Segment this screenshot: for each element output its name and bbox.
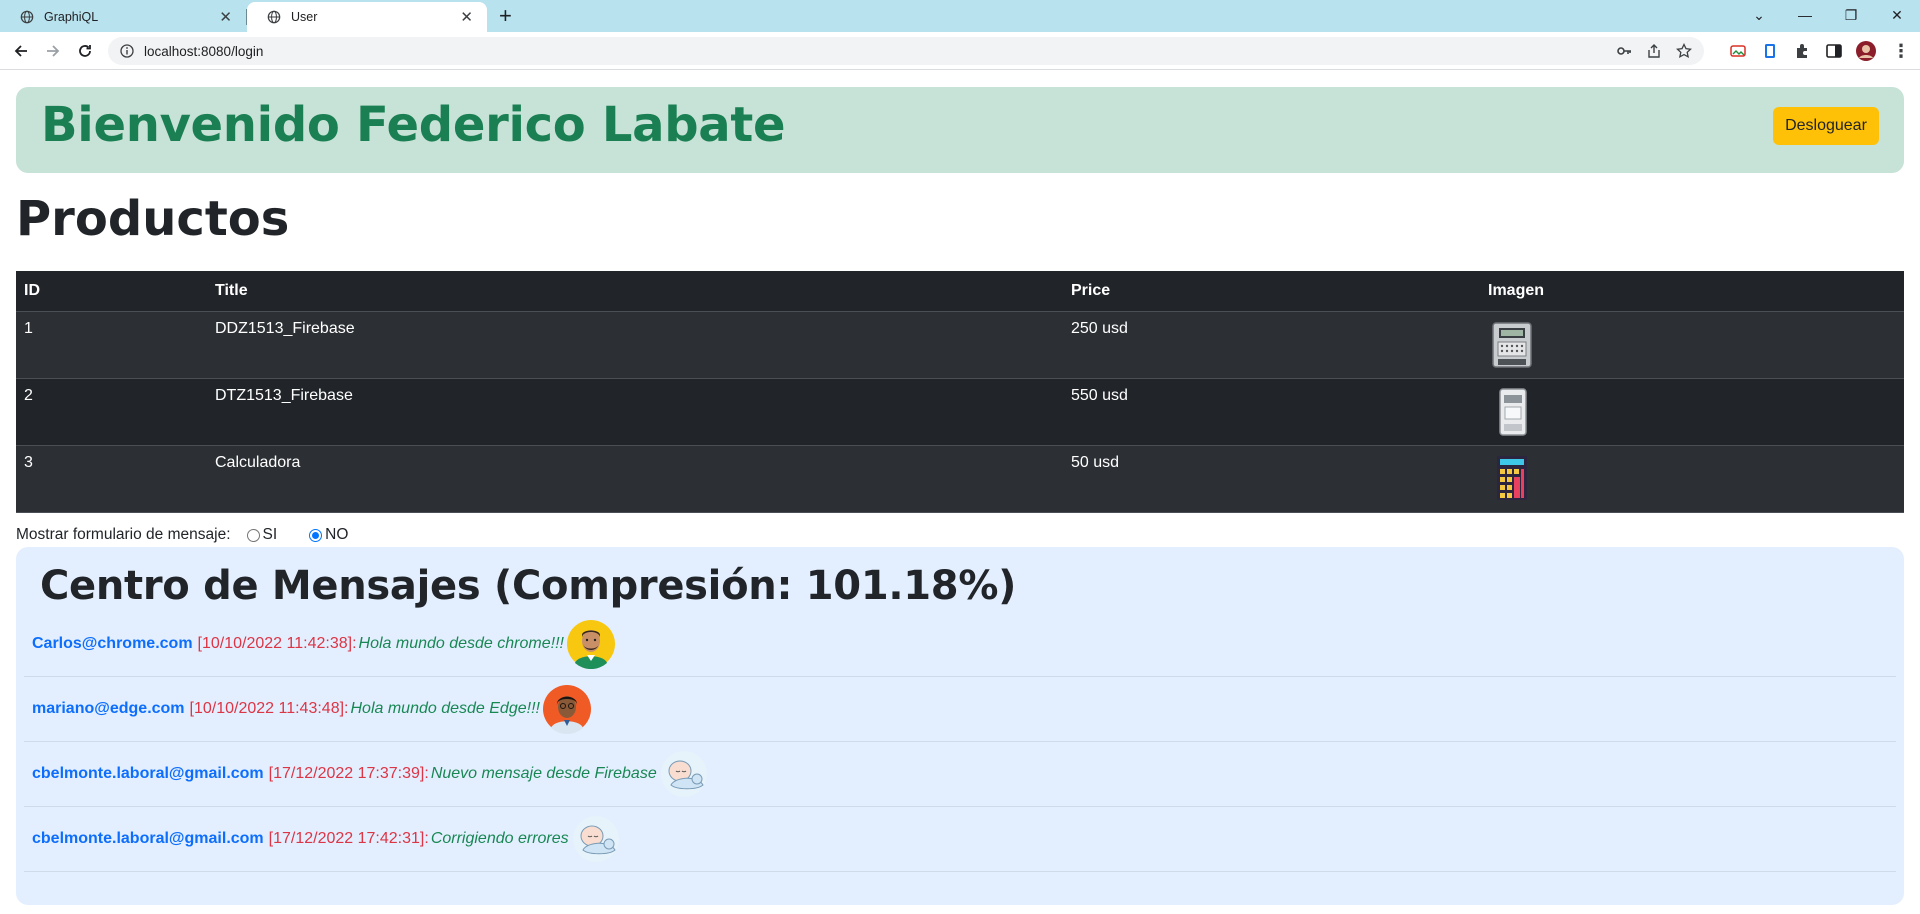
- extensions-puzzle-icon[interactable]: [1793, 42, 1811, 60]
- close-tab-icon[interactable]: ✕: [460, 10, 473, 25]
- baby-avatar: [660, 751, 707, 797]
- restore-icon[interactable]: ❐: [1828, 0, 1874, 30]
- message-email: cbelmonte.laboral@gmail.com: [32, 830, 264, 847]
- column-header-title: Title: [207, 271, 1063, 312]
- products-table: ID Title Price Imagen 1 DDZ1513_Firebase…: [16, 271, 1904, 513]
- logout-button[interactable]: Desloguear: [1773, 107, 1879, 145]
- menu-kebab-icon[interactable]: ⋮: [1889, 39, 1913, 63]
- column-header-id: ID: [16, 271, 207, 312]
- message-text: Corrigiendo errores: [430, 830, 569, 847]
- cell-price: 50 usd: [1063, 445, 1480, 513]
- products-heading: Productos: [16, 191, 290, 247]
- message-form-toggle: Mostrar formulario de mensaje: SI NO: [16, 526, 348, 544]
- welcome-heading: Bienvenido Federico Labate: [41, 97, 786, 153]
- table-row: 3 Calculadora 50 usd: [16, 445, 1904, 513]
- table-header-row: ID Title Price Imagen: [16, 271, 1904, 312]
- meter-icon: [1492, 321, 1532, 368]
- message-item: cbelmonte.laboral@gmail.com [17/12/2022 …: [24, 807, 1896, 872]
- new-tab-button[interactable]: +: [499, 4, 512, 28]
- cell-title: DDZ1513_Firebase: [207, 311, 1063, 379]
- cell-image: [1480, 311, 1904, 379]
- cell-title: Calculadora: [207, 445, 1063, 513]
- radio-si-label: SI: [262, 526, 278, 543]
- table-row: 2 DTZ1513_Firebase 550 usd: [16, 378, 1904, 446]
- radio-si[interactable]: [246, 528, 260, 542]
- cell-title: DTZ1513_Firebase: [207, 378, 1063, 446]
- url-input[interactable]: localhost:8080/login: [108, 37, 1704, 65]
- meter-small-icon: [1499, 387, 1527, 436]
- cell-id: 1: [16, 311, 207, 379]
- man-yellow-avatar: [566, 620, 615, 669]
- message-text: Nuevo mensaje desde Firebase: [430, 765, 657, 782]
- tab-bar: GraphiQL ✕ User ✕ + ⌄ — ❐ ✕: [0, 0, 1920, 32]
- key-icon[interactable]: [1616, 43, 1632, 59]
- info-icon: [120, 44, 134, 58]
- extension-doc-icon[interactable]: [1761, 42, 1779, 60]
- close-tab-icon[interactable]: ✕: [219, 10, 232, 25]
- cell-image: [1480, 445, 1904, 513]
- calculator-icon: [1497, 455, 1527, 500]
- back-icon[interactable]: [9, 39, 33, 63]
- cell-price: 550 usd: [1063, 378, 1480, 446]
- message-email: mariano@edge.com: [32, 700, 185, 717]
- bookmark-star-icon[interactable]: [1676, 43, 1692, 59]
- message-item: cbelmonte.laboral@gmail.com [17/12/2022 …: [24, 742, 1896, 807]
- message-date: [17/12/2022 17:42:31]: [268, 830, 425, 847]
- message-text: Hola mundo desde Edge!!!: [350, 700, 540, 717]
- column-header-price: Price: [1063, 271, 1480, 312]
- cell-id: 3: [16, 445, 207, 513]
- share-icon[interactable]: [1646, 43, 1662, 59]
- tab-title: User: [291, 10, 318, 24]
- message-email: cbelmonte.laboral@gmail.com: [32, 765, 264, 782]
- man-orange-avatar: [542, 685, 591, 734]
- message-email: Carlos@chrome.com: [32, 635, 193, 652]
- message-text: Hola mundo desde chrome!!!: [358, 635, 564, 652]
- tab-search-icon[interactable]: ⌄: [1736, 0, 1782, 30]
- welcome-banner: Bienvenido Federico Labate Desloguear: [16, 87, 1904, 173]
- message-item: Carlos@chrome.com [10/10/2022 11:42:38]:…: [24, 612, 1896, 677]
- close-window-icon[interactable]: ✕: [1874, 0, 1920, 30]
- forward-icon[interactable]: [41, 39, 65, 63]
- cell-price: 250 usd: [1063, 311, 1480, 379]
- cell-id: 2: [16, 378, 207, 446]
- url-text: localhost:8080/login: [144, 43, 264, 59]
- page-content: Bienvenido Federico Labate Desloguear Pr…: [0, 71, 1920, 914]
- radio-no[interactable]: [309, 528, 323, 542]
- message-center-heading: Centro de Mensajes (Compresión: 101.18%): [40, 563, 1017, 609]
- side-panel-icon[interactable]: [1825, 42, 1843, 60]
- profile-avatar[interactable]: [1855, 40, 1877, 62]
- tab-title: GraphiQL: [44, 10, 99, 24]
- message-date: [10/10/2022 11:42:38]: [197, 635, 353, 652]
- message-center: Centro de Mensajes (Compresión: 101.18%)…: [16, 547, 1904, 905]
- tab-user[interactable]: User ✕: [247, 2, 487, 32]
- message-date: [10/10/2022 11:43:48]: [189, 700, 345, 717]
- extension-image-icon[interactable]: [1729, 42, 1747, 60]
- minimize-icon[interactable]: —: [1782, 0, 1828, 30]
- message-date: [17/12/2022 17:37:39]: [268, 765, 425, 782]
- tab-graphiql[interactable]: GraphiQL ✕: [0, 2, 246, 32]
- globe-icon: [267, 10, 281, 24]
- globe-icon: [20, 10, 34, 24]
- message-item: mariano@edge.com [10/10/2022 11:43:48]: …: [24, 677, 1896, 742]
- radio-no-label: NO: [325, 526, 349, 543]
- baby-avatar: [572, 816, 619, 862]
- reload-icon[interactable]: [73, 39, 97, 63]
- address-bar: localhost:8080/login ⋮: [0, 32, 1920, 70]
- table-row: 1 DDZ1513_Firebase 250 usd: [16, 311, 1904, 379]
- cell-image: [1480, 378, 1904, 446]
- column-header-image: Imagen: [1480, 271, 1904, 312]
- toggle-label: Mostrar formulario de mensaje:: [16, 526, 231, 543]
